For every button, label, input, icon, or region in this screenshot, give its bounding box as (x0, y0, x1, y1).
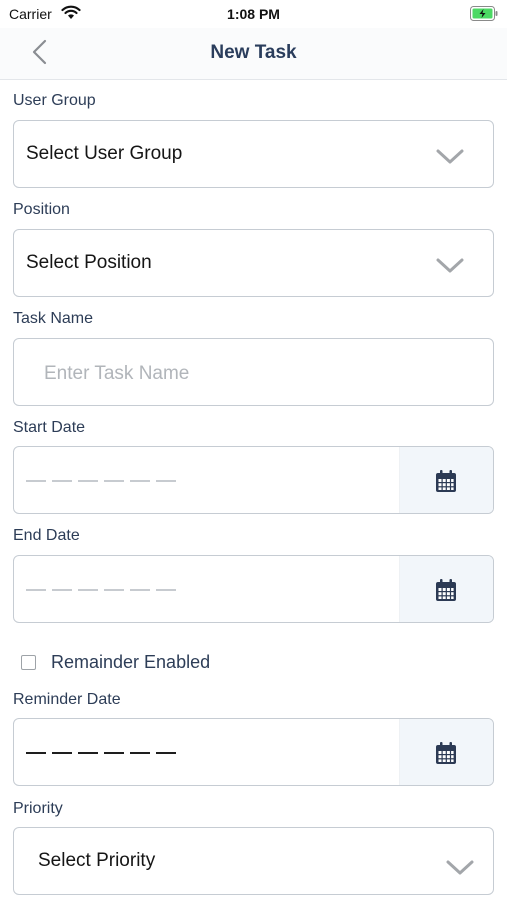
chevron-down-icon (436, 149, 464, 164)
end-date-field[interactable] (13, 555, 494, 623)
reminder-date-empty-value (26, 752, 176, 754)
start-date-calendar-button[interactable] (399, 447, 493, 513)
task-name-input[interactable]: Enter Task Name (13, 338, 494, 406)
user-group-label: User Group (13, 92, 96, 109)
priority-value: Select Priority (38, 850, 156, 871)
reminder-date-label: Reminder Date (13, 691, 121, 708)
chevron-down-icon (446, 860, 474, 875)
chevron-down-icon (436, 258, 464, 273)
user-group-value: Select User Group (26, 143, 183, 164)
task-name-label: Task Name (13, 310, 94, 327)
end-date-calendar-button[interactable] (399, 556, 493, 622)
priority-label: Priority (13, 800, 63, 817)
start-date-label: Start Date (13, 419, 86, 436)
position-label: Position (13, 201, 70, 218)
end-date-label: End Date (13, 527, 80, 544)
reminder-enabled-label: Remainder Enabled (51, 652, 211, 672)
page-title: New Task (210, 42, 297, 63)
reminder-enabled-checkbox[interactable] (21, 655, 36, 670)
start-date-empty-value (26, 480, 176, 482)
status-bar: Carrier 1:08 PM (0, 0, 507, 28)
calendar-icon (436, 742, 456, 764)
task-name-placeholder: Enter Task Name (44, 363, 190, 384)
calendar-icon (436, 579, 456, 601)
start-date-field[interactable] (13, 446, 494, 514)
position-select[interactable]: Select Position (13, 229, 494, 297)
clock: 1:08 PM (227, 6, 280, 22)
calendar-icon (436, 470, 456, 492)
user-group-select[interactable]: Select User Group (13, 120, 494, 188)
priority-select[interactable]: Select Priority (13, 827, 494, 895)
navigation-bar: New Task (0, 28, 507, 80)
end-date-empty-value (26, 589, 176, 591)
reminder-date-calendar-button[interactable] (399, 719, 493, 785)
reminder-date-field[interactable] (13, 718, 494, 786)
battery-icon (470, 6, 498, 26)
position-value: Select Position (26, 252, 152, 273)
